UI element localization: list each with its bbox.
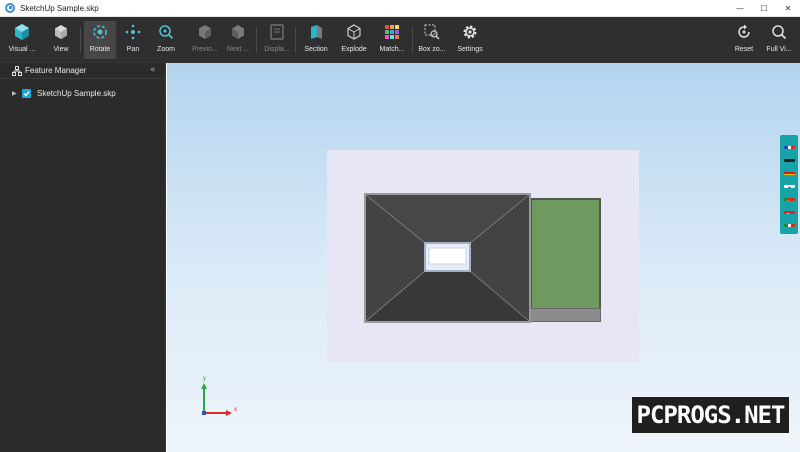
box-zoom-button[interactable]: Box zo... bbox=[416, 21, 448, 59]
tree-item[interactable]: ▶ SketchUp Sample.skp bbox=[12, 89, 116, 98]
previous-view-button[interactable]: Previo... bbox=[189, 21, 221, 59]
toolbar-separator bbox=[295, 27, 296, 53]
house-roof bbox=[364, 193, 531, 323]
reset-icon bbox=[735, 23, 753, 41]
pan-label: Pan bbox=[126, 46, 140, 53]
main-toolbar: Visual ... View Rotate Pan Zoom Previo..… bbox=[0, 17, 800, 63]
view-button[interactable]: View bbox=[45, 21, 77, 59]
display-icon bbox=[268, 23, 286, 41]
x-axis-label: x bbox=[234, 407, 237, 413]
section-icon bbox=[307, 23, 325, 41]
display-label: Displa... bbox=[264, 46, 290, 53]
jp-flag-icon[interactable] bbox=[784, 180, 795, 188]
next-view-button[interactable]: Next ... bbox=[222, 21, 254, 59]
watermark-text: PCPROGS.NET bbox=[636, 401, 786, 429]
rotate-label: Rotate bbox=[89, 46, 111, 53]
it-flag-icon[interactable] bbox=[784, 219, 795, 227]
rotate-icon bbox=[91, 23, 109, 41]
match-color-label: Match... bbox=[379, 46, 405, 53]
roof-geometry bbox=[366, 195, 529, 321]
section-label: Section bbox=[304, 46, 328, 53]
de-flag-icon[interactable] bbox=[784, 154, 795, 162]
app-logo-icon bbox=[5, 3, 15, 13]
pan-icon bbox=[124, 23, 142, 41]
3d-viewport[interactable] bbox=[167, 63, 800, 452]
match-color-icon bbox=[383, 23, 401, 41]
es-flag-icon[interactable] bbox=[784, 167, 795, 175]
title-bar: SketchUp Sample.skp — ☐ ✕ bbox=[0, 0, 800, 17]
language-bar bbox=[780, 135, 798, 234]
y-axis-label: y bbox=[203, 376, 206, 382]
lawn-area bbox=[530, 198, 601, 310]
maximize-button[interactable]: ☐ bbox=[752, 0, 776, 17]
full-view-label: Full Vi... bbox=[766, 46, 792, 53]
cube-icon bbox=[13, 23, 31, 41]
display-button[interactable]: Displa... bbox=[261, 21, 293, 59]
visibility-checkbox[interactable] bbox=[22, 89, 31, 98]
window-title: SketchUp Sample.skp bbox=[20, 3, 99, 13]
minimize-button[interactable]: — bbox=[728, 0, 752, 17]
feature-manager-panel: Feature Manager « ▶ SketchUp Sample.skp bbox=[0, 63, 166, 452]
axis-indicator: y x bbox=[196, 376, 242, 424]
window-controls: — ☐ ✕ bbox=[728, 0, 800, 17]
toolbar-separator bbox=[80, 27, 81, 53]
expand-arrow-icon[interactable]: ▶ bbox=[12, 90, 20, 97]
feature-manager-title: Feature Manager bbox=[25, 66, 87, 75]
explode-button[interactable]: Explode bbox=[338, 21, 370, 59]
view-cube-icon bbox=[52, 23, 70, 41]
pan-button[interactable]: Pan bbox=[117, 21, 149, 59]
reset-label: Reset bbox=[734, 46, 754, 53]
box-zoom-icon bbox=[423, 23, 441, 41]
tr-flag-icon[interactable] bbox=[784, 206, 795, 214]
gear-icon bbox=[461, 23, 479, 41]
fr-flag-icon[interactable] bbox=[784, 141, 795, 149]
toolbar-separator bbox=[412, 27, 413, 53]
settings-label: Settings bbox=[457, 46, 483, 53]
feature-manager-header: Feature Manager « bbox=[0, 63, 165, 79]
full-view-icon bbox=[770, 23, 788, 41]
visual-style-label: Visual ... bbox=[8, 46, 36, 53]
view-label: View bbox=[53, 46, 69, 53]
previous-view-label: Previo... bbox=[192, 46, 218, 53]
next-view-icon bbox=[229, 23, 247, 41]
section-button[interactable]: Section bbox=[300, 21, 332, 59]
rotate-button[interactable]: Rotate bbox=[84, 21, 116, 59]
tree-item-label: SketchUp Sample.skp bbox=[37, 89, 116, 98]
next-view-label: Next ... bbox=[226, 46, 250, 53]
previous-view-icon bbox=[196, 23, 214, 41]
zoom-button[interactable]: Zoom bbox=[150, 21, 182, 59]
box-zoom-label: Box zo... bbox=[418, 46, 446, 53]
toolbar-separator bbox=[256, 27, 257, 53]
explode-icon bbox=[345, 23, 363, 41]
hierarchy-icon bbox=[12, 65, 22, 76]
settings-button[interactable]: Settings bbox=[454, 21, 486, 59]
zoom-icon bbox=[157, 23, 175, 41]
reset-button[interactable]: Reset bbox=[728, 21, 760, 59]
lawn-edge bbox=[530, 308, 601, 322]
collapse-panel-button[interactable]: « bbox=[150, 65, 156, 75]
visual-style-button[interactable]: Visual ... bbox=[6, 21, 38, 59]
pt-flag-icon[interactable] bbox=[784, 193, 795, 201]
close-button[interactable]: ✕ bbox=[776, 0, 800, 17]
explode-label: Explode bbox=[341, 46, 367, 53]
match-color-button[interactable]: Match... bbox=[376, 21, 408, 59]
zoom-label: Zoom bbox=[157, 46, 175, 53]
watermark: PCPROGS.NET bbox=[632, 397, 789, 433]
app-window: SketchUp Sample.skp — ☐ ✕ Visual ... Vie… bbox=[0, 0, 800, 452]
full-view-button[interactable]: Full Vi... bbox=[763, 21, 795, 59]
